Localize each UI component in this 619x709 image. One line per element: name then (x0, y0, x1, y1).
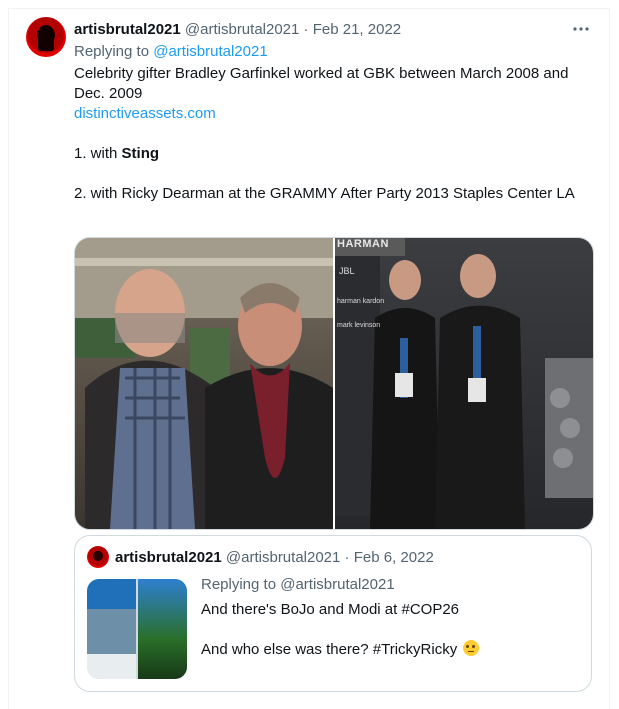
tweet-text-line1: Celebrity gifter Bradley Garfinkel worke… (74, 65, 569, 102)
brand-mark-levinson: mark levinson (337, 322, 381, 329)
face-with-rolling-eyes-icon (463, 640, 480, 656)
external-link[interactable]: distinctiveassets.com (74, 105, 216, 122)
quote-line2-row: And who else was there? #TrickyRicky (201, 640, 581, 660)
quote-date[interactable]: Feb 6, 2022 (354, 549, 434, 566)
brand-jbl: JBL (339, 266, 355, 276)
handle[interactable]: @artisbrutal2021 (185, 21, 299, 38)
quote-display-name[interactable]: artisbrutal2021 (115, 549, 222, 566)
quote-text: And there's BoJo and Modi at #COP26 And … (201, 600, 581, 660)
photo-sting[interactable] (75, 238, 333, 529)
photo-grammy-after-party[interactable]: HARMAN JBL harman kardon mark levinson (335, 238, 593, 529)
quoted-tweet[interactable]: artisbrutal2021 @artisbrutal2021 · Feb 6… (74, 535, 592, 692)
quote-media-thumbnail[interactable] (87, 579, 187, 679)
item1-bold: Sting (121, 145, 160, 162)
avatar[interactable] (26, 17, 66, 57)
photo-sting-illustration (75, 238, 333, 529)
quote-replying-to: Replying to @artisbrutal2021 (201, 576, 395, 593)
quote-line1: And there's BoJo and Modi at #COP26 (201, 601, 460, 618)
display-name[interactable]: artisbrutal2021 (74, 21, 181, 38)
item1-prefix: 1. with (74, 145, 122, 162)
quote-separator: · (344, 549, 350, 566)
more-horizontal-icon[interactable] (572, 20, 590, 43)
brand-harman-kardon: harman kardon (337, 298, 385, 305)
separator: · (303, 21, 309, 38)
quote-line2: And who else was there? #TrickyRicky (201, 641, 458, 658)
replying-prefix: Replying to (74, 43, 150, 60)
quote-thumb-left (87, 579, 136, 679)
tweet-date[interactable]: Feb 21, 2022 (313, 21, 401, 38)
quote-header: artisbrutal2021 @artisbrutal2021 · Feb 6… (115, 549, 434, 566)
replying-handle-link[interactable]: @artisbrutal2021 (153, 43, 267, 60)
photo-grammy-illustration (335, 238, 593, 529)
tweet-item-1: 1. with Sting (74, 144, 599, 164)
tweet-media[interactable]: HARMAN JBL harman kardon mark levinson (74, 237, 594, 530)
replying-to: Replying to @artisbrutal2021 (74, 43, 268, 60)
quote-handle[interactable]: @artisbrutal2021 (226, 549, 340, 566)
more-horizontal-icon-svg (573, 27, 589, 31)
tweet-header: artisbrutal2021 @artisbrutal2021 · Feb 2… (74, 21, 401, 38)
quote-thumb-right (138, 579, 187, 679)
tweet-text: Celebrity gifter Bradley Garfinkel worke… (74, 64, 599, 204)
harman-sign: HARMAN (337, 238, 389, 250)
quote-avatar[interactable] (87, 546, 109, 568)
tweet-item-2: 2. with Ricky Dearman at the GRAMMY Afte… (74, 185, 575, 202)
